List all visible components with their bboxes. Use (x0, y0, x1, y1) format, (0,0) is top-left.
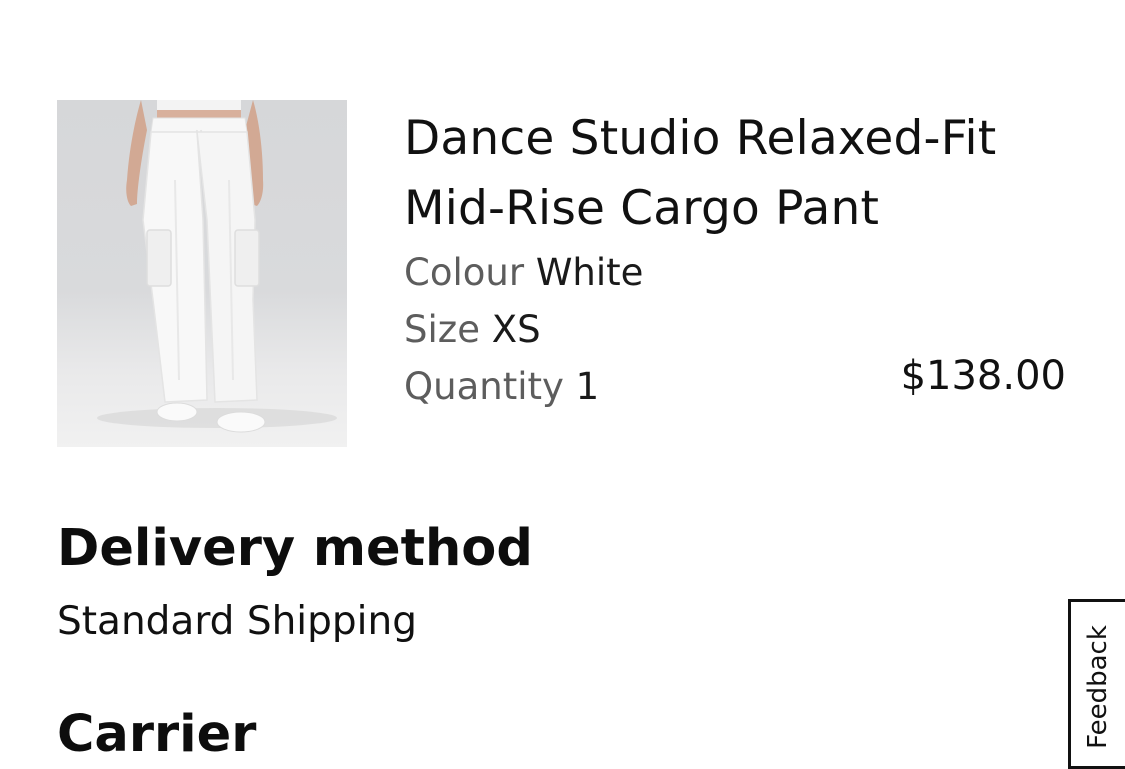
delivery-method-value: Standard Shipping (57, 599, 417, 644)
quantity-value: 1 (575, 365, 600, 408)
colour-label: Colour (404, 251, 525, 294)
colour-row: Colour White (404, 244, 1084, 301)
delivery-method-heading: Delivery method (57, 519, 533, 578)
quantity-label: Quantity (404, 365, 564, 408)
size-label: Size (404, 308, 480, 351)
colour-value: White (535, 251, 644, 294)
product-image[interactable] (57, 100, 347, 447)
feedback-label: Feedback (1083, 625, 1113, 749)
product-price: $138.00 (900, 353, 1066, 399)
product-title[interactable]: Dance Studio Relaxed-Fit Mid-Rise Cargo … (404, 104, 1064, 244)
feedback-button[interactable]: Feedback (1068, 599, 1125, 769)
carrier-heading: Carrier (57, 705, 257, 764)
size-value: XS (491, 308, 541, 351)
product-photo-white-cargo-pants (97, 100, 337, 433)
